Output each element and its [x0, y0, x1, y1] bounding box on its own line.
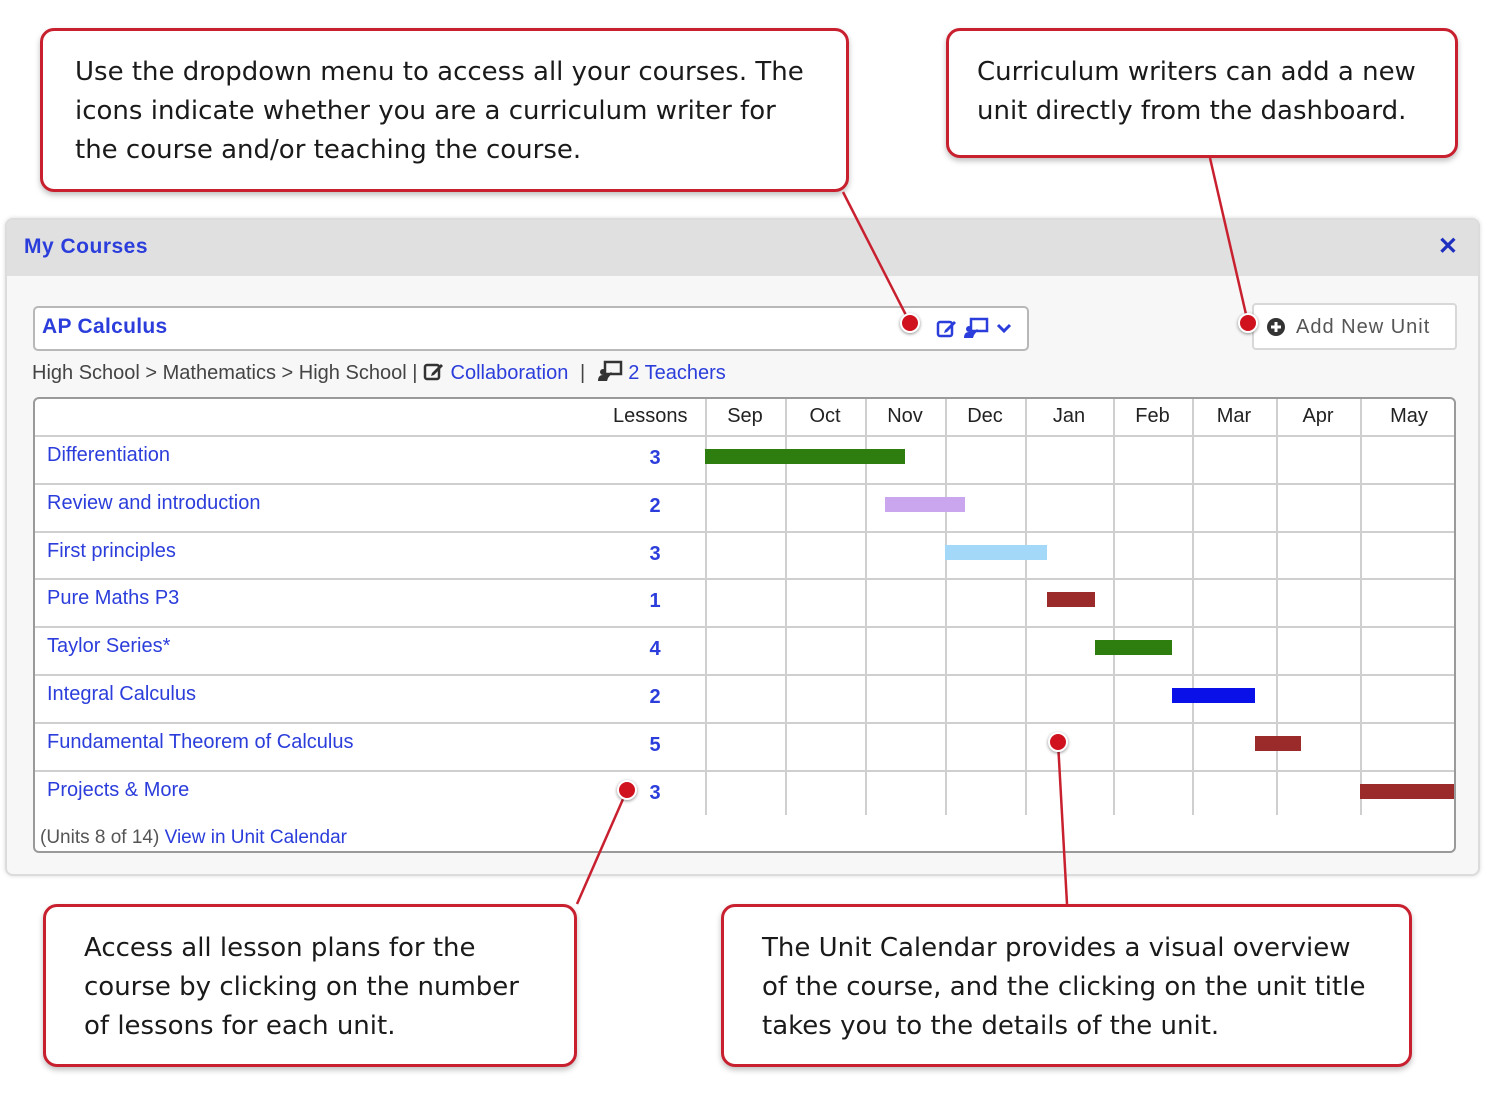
course-dropdown[interactable]: AP Calculus	[33, 306, 1029, 351]
unit-calendar-table: Lessons Sep Oct Nov Dec Jan Feb Mar Apr May Diffe…	[33, 397, 1456, 853]
month-gridline	[1025, 399, 1027, 815]
my-courses-panel: My Courses ✕ AP Calculus Add New Unit Hi…	[5, 218, 1480, 876]
month-gridline	[1192, 399, 1194, 815]
month-header-may: May	[1390, 405, 1428, 427]
collaboration-link[interactable]: Collaboration	[451, 362, 569, 384]
marker-add-unit	[1238, 313, 1258, 333]
row-divider	[35, 674, 1454, 676]
row-divider	[35, 530, 1454, 533]
close-icon[interactable]: ✕	[1438, 232, 1458, 261]
marker-lessons	[617, 780, 637, 800]
lesson-count-link[interactable]: 3	[635, 543, 675, 566]
unit-title-link[interactable]: First principles	[47, 540, 176, 563]
month-gridline	[945, 399, 947, 815]
month-header-jan: Jan	[1052, 405, 1086, 427]
row-divider	[35, 482, 1454, 485]
teachers-icon	[597, 360, 622, 381]
collaboration-edit-icon	[423, 363, 443, 381]
row-divider	[35, 721, 1454, 724]
marker-dropdown	[900, 313, 920, 333]
month-gridline	[1276, 399, 1278, 815]
unit-timeline-bar[interactable]	[1172, 688, 1255, 703]
row-divider	[35, 626, 1454, 629]
lesson-count-link[interactable]: 4	[635, 638, 675, 661]
callout-dropdown-tip: Use the dropdown menu to access all your…	[40, 28, 849, 192]
month-header-apr: Apr	[1302, 405, 1334, 427]
month-header-feb: Feb	[1135, 405, 1170, 427]
units-footer: (Units 8 of 14) View in Unit Calendar	[40, 827, 347, 849]
unit-timeline-bar[interactable]	[705, 449, 905, 464]
unit-title-link[interactable]: Fundamental Theorem of Calculus	[47, 731, 353, 754]
marker-calendar	[1048, 732, 1068, 752]
unit-title-link[interactable]: Integral Calculus	[47, 683, 196, 706]
lesson-count-link[interactable]: 3	[635, 447, 675, 470]
unit-timeline-bar[interactable]	[1095, 640, 1173, 656]
month-header-mar: Mar	[1216, 405, 1252, 427]
month-header-sep: Sep	[727, 405, 763, 427]
callout-calendar-tip: The Unit Calendar provides a visual over…	[721, 904, 1412, 1067]
units-count: (Units 8 of 14)	[40, 827, 160, 848]
course-dropdown-value: AP Calculus	[42, 315, 168, 338]
unit-timeline-bar[interactable]	[885, 496, 965, 512]
lesson-count-link[interactable]: 1	[635, 590, 675, 613]
unit-title-link[interactable]: Taylor Series*	[47, 635, 170, 658]
unit-title-link[interactable]: Pure Maths P3	[47, 587, 179, 610]
breadcrumb-separator: |	[579, 362, 586, 384]
view-in-unit-calendar-link[interactable]: View in Unit Calendar	[165, 827, 347, 848]
row-divider	[35, 769, 1454, 772]
lesson-count-link[interactable]: 3	[635, 782, 675, 805]
callout-add-unit-tip: Curriculum writers can add a new unit di…	[946, 28, 1458, 158]
add-new-unit-label: Add New Unit	[1296, 316, 1431, 338]
month-header-oct: Oct	[809, 405, 841, 427]
teacher-icon	[964, 317, 989, 338]
lesson-count-link[interactable]: 5	[635, 734, 675, 757]
callout-lessons-tip: Access all lesson plans for the course b…	[43, 904, 577, 1067]
chevron-down-icon	[996, 323, 1012, 334]
callout-dropdown-text: Use the dropdown menu to access all your…	[75, 57, 804, 165]
teachers-link[interactable]: 2 Teachers	[628, 362, 725, 384]
add-new-unit-button[interactable]: Add New Unit	[1252, 303, 1457, 350]
unit-timeline-bar[interactable]	[1047, 592, 1096, 608]
callout-add-unit-text: Curriculum writers can add a new unit di…	[977, 57, 1416, 126]
callout-lessons-text: Access all lesson plans for the course b…	[84, 933, 519, 1041]
month-gridline	[1113, 399, 1115, 815]
writer-edit-icon	[936, 320, 956, 338]
row-divider	[35, 578, 1454, 581]
unit-title-link[interactable]: Projects & More	[47, 779, 189, 802]
unit-title-link[interactable]: Review and introduction	[47, 492, 260, 515]
course-breadcrumb: High School > Mathematics > High School …	[32, 360, 726, 385]
lesson-count-link[interactable]: 2	[635, 686, 675, 709]
unit-timeline-bar[interactable]	[945, 544, 1047, 560]
month-gridline	[1360, 399, 1362, 815]
unit-timeline-bar[interactable]	[1255, 735, 1302, 751]
lesson-count-link[interactable]: 2	[635, 495, 675, 518]
panel-title: My Courses	[24, 235, 149, 258]
plus-circle-icon	[1267, 318, 1285, 336]
unit-title-link[interactable]: Differentiation	[47, 444, 170, 467]
lessons-column-header: Lessons	[613, 405, 688, 427]
month-header-dec: Dec	[967, 405, 1003, 427]
breadcrumb-path: High School > Mathematics > High School …	[32, 362, 418, 384]
unit-timeline-bar[interactable]	[1360, 783, 1454, 799]
month-header-nov: Nov	[887, 405, 923, 427]
callout-calendar-text: The Unit Calendar provides a visual over…	[762, 933, 1366, 1041]
panel-header: My Courses ✕	[7, 220, 1478, 276]
header-divider	[35, 435, 1454, 437]
